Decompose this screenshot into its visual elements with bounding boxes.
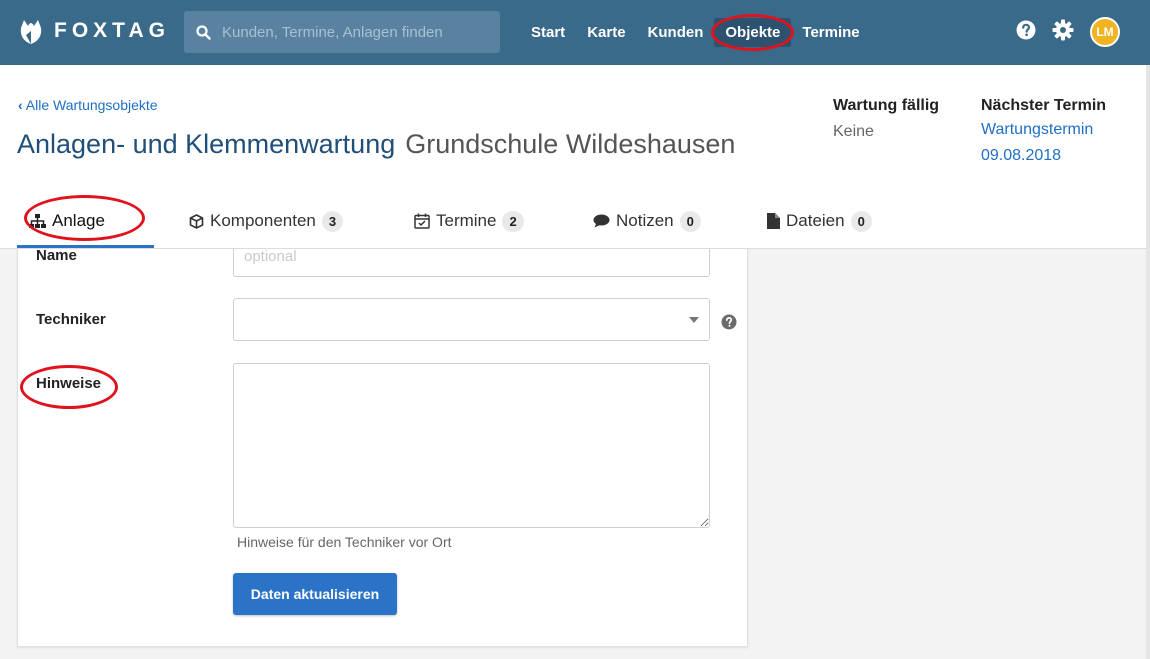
tab-termine[interactable]: Termine 2 — [414, 195, 524, 247]
tab-notizen[interactable]: Notizen 0 — [593, 195, 701, 247]
name-label: Name — [36, 249, 77, 264]
help-icon[interactable] — [1016, 20, 1036, 45]
main-nav: Start Karte Kunden Objekte Termine — [520, 0, 871, 65]
technician-select[interactable] — [233, 298, 710, 341]
search-box[interactable] — [184, 11, 500, 53]
nav-karte[interactable]: Karte — [576, 18, 636, 47]
fox-logo-icon — [20, 20, 42, 44]
top-actions: LM — [1016, 17, 1120, 47]
next-appointment-label: Nächster Termin — [981, 97, 1107, 114]
tab-notizen-count: 0 — [679, 210, 701, 232]
tab-komponenten-count: 3 — [321, 210, 344, 232]
nav-objekte[interactable]: Objekte — [711, 14, 795, 51]
settings-gear-icon[interactable] — [1052, 19, 1074, 46]
name-input[interactable] — [233, 249, 710, 277]
comment-icon — [593, 214, 610, 228]
chevron-left-icon: ‹ — [18, 97, 23, 113]
next-appointment: Nächster Termin Wartungstermin 09.08.201… — [981, 97, 1106, 169]
back-link-label: Alle Wartungsobjekte — [25, 97, 158, 113]
search-input[interactable] — [222, 23, 492, 41]
tab-dateien-count: 0 — [850, 210, 872, 232]
page-title: Anlagen- und Klemmenwartung Grundschule W… — [17, 129, 735, 160]
tab-termine-count: 2 — [502, 210, 524, 232]
file-icon — [767, 213, 780, 229]
brand-name: FOXTAG — [54, 19, 170, 42]
notes-hint: Hinweise für den Techniker vor Ort — [237, 534, 452, 550]
notes-textarea[interactable] — [233, 363, 710, 528]
nav-start[interactable]: Start — [520, 18, 576, 47]
tab-dateien[interactable]: Dateien 0 — [767, 195, 872, 247]
tab-dateien-label: Dateien — [786, 211, 845, 230]
annotation-circle-anlage — [24, 195, 145, 241]
object-form-card: Name Techniker Hinweise Hinweise für den… — [17, 249, 748, 647]
tab-notizen-label: Notizen — [616, 211, 674, 230]
next-appointment-link[interactable]: Wartungstermin 09.08.2018 — [981, 117, 1106, 169]
top-navbar: FOXTAG Start Karte Kunden Objekte Termin… — [0, 0, 1150, 65]
search-icon — [184, 11, 222, 53]
calendar-check-icon — [414, 213, 430, 229]
cube-icon — [189, 213, 204, 229]
object-title: Anlagen- und Klemmenwartung — [17, 129, 396, 159]
next-appointment-date: 09.08.2018 — [981, 147, 1062, 164]
tab-komponenten[interactable]: Komponenten 3 — [189, 195, 344, 247]
maintenance-due-value: Keine — [833, 123, 874, 140]
object-header: ‹ Alle Wartungsobjekte Anlagen- und Klem… — [0, 65, 1146, 249]
user-avatar[interactable]: LM — [1090, 17, 1120, 47]
next-appointment-title: Wartungstermin — [981, 121, 1094, 138]
object-subtitle: Grundschule Wildeshausen — [405, 129, 736, 159]
technician-label: Techniker — [36, 311, 106, 328]
maintenance-due-label: Wartung fällig — [833, 97, 940, 114]
annotation-circle-hinweise — [20, 365, 118, 409]
nav-termine[interactable]: Termine — [791, 18, 870, 47]
brand-logo[interactable]: FOXTAG — [18, 17, 170, 45]
nav-kunden[interactable]: Kunden — [637, 18, 715, 47]
tab-termine-label: Termine — [436, 211, 497, 230]
back-link[interactable]: ‹ Alle Wartungsobjekte — [18, 97, 158, 113]
page-scroll-edge — [1146, 65, 1150, 659]
chevron-down-icon — [689, 316, 699, 323]
maintenance-due: Wartung fällig Keine — [833, 97, 939, 141]
question-circle-icon[interactable] — [721, 314, 737, 335]
active-tab-indicator — [17, 245, 154, 248]
update-data-button[interactable]: Daten aktualisieren — [233, 573, 397, 615]
tab-komponenten-label: Komponenten — [210, 211, 316, 230]
